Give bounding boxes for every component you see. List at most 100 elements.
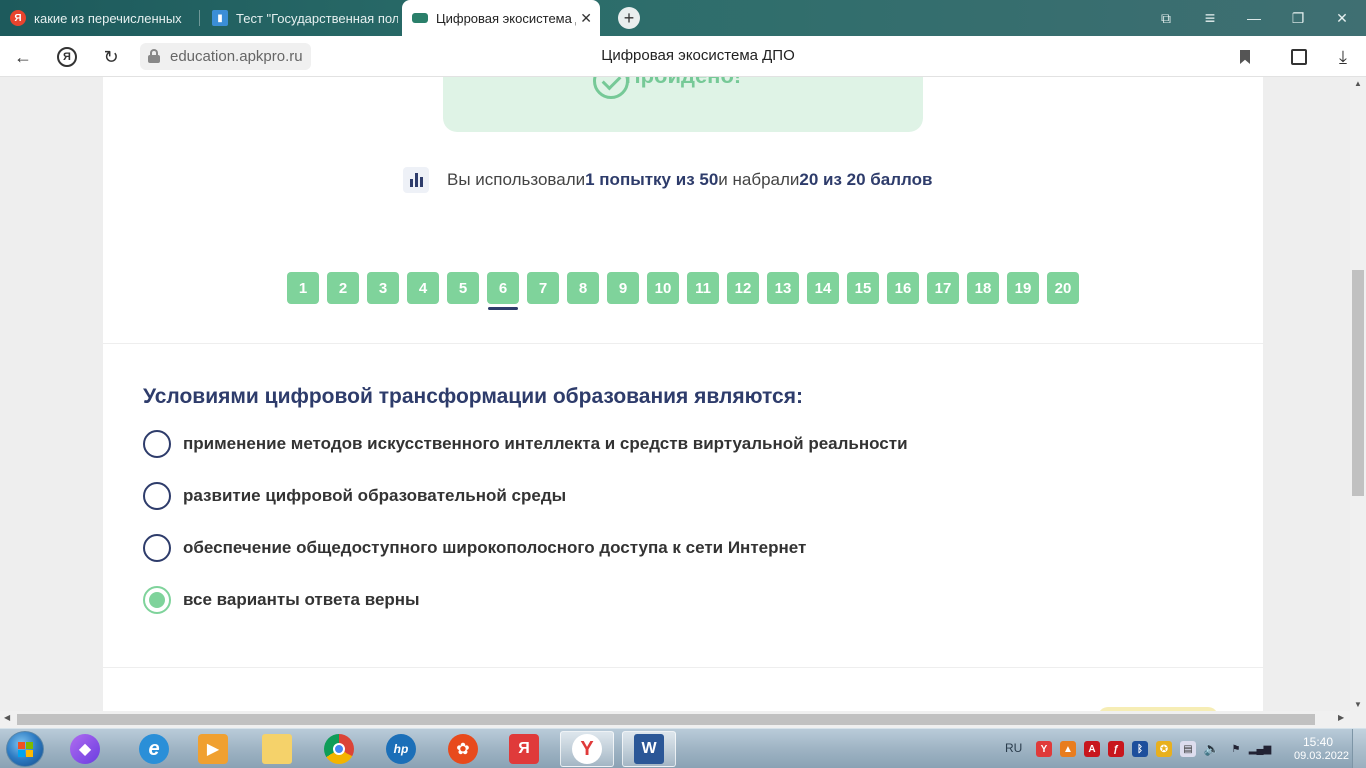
network-icon[interactable]: ▂▄▆ bbox=[1249, 741, 1271, 757]
stats-prefix: Вы использовали bbox=[447, 170, 586, 189]
scroll-down-icon[interactable]: ▼ bbox=[1350, 700, 1366, 709]
flag-icon[interactable]: ⚑ bbox=[1228, 741, 1244, 757]
new-tab-button[interactable]: + bbox=[618, 7, 640, 29]
taskbar-media-center[interactable]: ✿ bbox=[436, 731, 490, 767]
internet-explorer-icon: e bbox=[139, 734, 169, 764]
question-number-button[interactable]: 13 bbox=[767, 272, 799, 304]
question-number-button[interactable]: 20 bbox=[1047, 272, 1079, 304]
menu-icon[interactable]: ≡ bbox=[1188, 0, 1232, 36]
attempt-stats: Вы использовали 1 попытку из 50 и набрал… bbox=[403, 167, 932, 193]
reader-mode-icon[interactable] bbox=[1286, 44, 1312, 70]
page-viewport: Пройдено! Вы использовали 1 попытку из 5… bbox=[0, 77, 1350, 711]
language-indicator[interactable]: RU bbox=[1005, 741, 1022, 755]
question-number-button[interactable]: 12 bbox=[727, 272, 759, 304]
question-number-button[interactable]: 14 bbox=[807, 272, 839, 304]
option-label: обеспечение общедоступного широкополосно… bbox=[183, 538, 807, 557]
horizontal-scroll-thumb[interactable] bbox=[17, 714, 1315, 725]
security-tray-icon[interactable]: ✪ bbox=[1156, 741, 1172, 757]
taskbar-hp[interactable]: hp bbox=[374, 731, 428, 767]
question-number-button[interactable]: 11 bbox=[687, 272, 719, 304]
answer-option[interactable]: применение методов искусственного интелл… bbox=[143, 430, 908, 458]
question-number-button[interactable]: 17 bbox=[927, 272, 959, 304]
flash-tray-icon[interactable]: ƒ bbox=[1108, 741, 1124, 757]
device-tray-icon[interactable]: ▤ bbox=[1180, 741, 1196, 757]
bluetooth-icon[interactable]: ᛒ bbox=[1132, 741, 1148, 757]
clock-date: 09.03.2022 bbox=[1294, 750, 1350, 762]
scroll-right-icon[interactable]: ▶ bbox=[1338, 713, 1344, 722]
show-desktop-button[interactable] bbox=[1352, 729, 1366, 768]
scroll-up-icon[interactable]: ▲ bbox=[1350, 79, 1366, 88]
book-icon: ▮ bbox=[212, 10, 228, 26]
taskbar-yandex[interactable]: Я bbox=[497, 731, 551, 767]
yandex-icon: Я bbox=[10, 10, 26, 26]
word-icon: W bbox=[634, 734, 664, 764]
vertical-scrollbar[interactable]: ▲ ▼ bbox=[1350, 77, 1366, 711]
chrome-icon bbox=[324, 734, 354, 764]
stats-middle: и набрали bbox=[718, 170, 800, 189]
vertical-scroll-thumb[interactable] bbox=[1352, 270, 1364, 496]
taskbar-media[interactable]: ▶ bbox=[186, 731, 240, 767]
question-number-button[interactable]: 1 bbox=[287, 272, 319, 304]
taskbar-yandex-browser[interactable]: Y bbox=[560, 731, 614, 767]
horizontal-scrollbar[interactable]: ◀ ▶ bbox=[0, 711, 1366, 728]
result-card: Пройдено! Вы использовали 1 попытку из 5… bbox=[103, 77, 1263, 343]
answer-option[interactable]: обеспечение общедоступного широкополосно… bbox=[143, 534, 806, 562]
close-tab-icon[interactable]: ✕ bbox=[580, 10, 592, 27]
bar-chart-icon bbox=[403, 167, 429, 193]
tab-digital-ecosystem[interactable]: Цифровая экосистема Д ✕ bbox=[402, 0, 600, 36]
radio-button-selected[interactable] bbox=[143, 586, 171, 614]
question-number-button[interactable]: 3 bbox=[367, 272, 399, 304]
question-number-button[interactable]: 6 bbox=[487, 272, 519, 310]
update-tray-icon[interactable]: ▲ bbox=[1060, 741, 1076, 757]
radio-button[interactable] bbox=[143, 430, 171, 458]
page-title: Цифровая экосистема ДПО bbox=[601, 47, 795, 64]
taskbar-explorer[interactable] bbox=[250, 731, 304, 767]
question-text: Условиями цифровой трансформации образов… bbox=[143, 385, 803, 408]
question-number-button[interactable]: 9 bbox=[607, 272, 639, 304]
scroll-left-icon[interactable]: ◀ bbox=[4, 713, 10, 722]
minimize-button[interactable]: — bbox=[1232, 0, 1276, 36]
windows-logo-icon bbox=[18, 742, 34, 758]
radio-button[interactable] bbox=[143, 482, 171, 510]
yandex-browser-icon: Y bbox=[572, 734, 602, 764]
answer-option[interactable]: развитие цифровой образовательной среды bbox=[143, 482, 566, 510]
question-number-button[interactable]: 19 bbox=[1007, 272, 1039, 304]
option-label: развитие цифровой образовательной среды bbox=[183, 486, 567, 505]
option-label: применение методов искусственного интелл… bbox=[183, 434, 908, 453]
attempts-value: 1 попытку из 50 bbox=[585, 170, 719, 189]
question-number-button[interactable]: 7 bbox=[527, 272, 559, 304]
question-number-button[interactable]: 8 bbox=[567, 272, 599, 304]
tab-test[interactable]: ▮ Тест "Государственная пол bbox=[202, 0, 398, 36]
option-label: все варианты ответа верны bbox=[183, 590, 420, 609]
media-center-icon: ✿ bbox=[448, 734, 478, 764]
taskbar-word[interactable]: W bbox=[622, 731, 676, 767]
tab-search-results[interactable]: Я какие из перечисленных bbox=[0, 0, 196, 36]
question-number-button[interactable]: 4 bbox=[407, 272, 439, 304]
taskbar-ie[interactable]: e bbox=[127, 731, 181, 767]
alice-icon: ◆ bbox=[70, 734, 100, 764]
result-banner: Пройдено! bbox=[443, 77, 923, 132]
bookmark-icon[interactable] bbox=[1232, 44, 1258, 70]
volume-icon[interactable]: 🔈 bbox=[1204, 741, 1220, 757]
question-number-button[interactable]: 10 bbox=[647, 272, 679, 304]
yandex-tray-icon[interactable]: Y bbox=[1036, 741, 1052, 757]
restore-button[interactable]: ❐ bbox=[1276, 0, 1320, 36]
question-number-button[interactable]: 18 bbox=[967, 272, 999, 304]
answer-option[interactable]: все варианты ответа верны bbox=[143, 586, 420, 614]
clock[interactable]: 15:40 09.03.2022 bbox=[1294, 735, 1350, 763]
start-button[interactable] bbox=[6, 731, 44, 767]
download-icon[interactable]: ⤓ bbox=[1330, 44, 1356, 70]
apkpro-icon bbox=[412, 13, 428, 23]
windows-taskbar: ◆ e ▶ hp ✿ Я Y W RU Y ▲ A ƒ ᛒ ✪ ▤ 🔈 ⚑ ▂▄… bbox=[0, 728, 1366, 768]
question-number-button[interactable]: 15 bbox=[847, 272, 879, 304]
question-number-button[interactable]: 5 bbox=[447, 272, 479, 304]
address-bar: ← Я ↻ education.apkpro.ru Цифровая экоси… bbox=[0, 36, 1366, 77]
close-window-button[interactable]: ✕ bbox=[1320, 0, 1364, 36]
collections-icon[interactable]: ⧉ bbox=[1144, 0, 1188, 36]
acrobat-tray-icon[interactable]: A bbox=[1084, 741, 1100, 757]
question-number-button[interactable]: 2 bbox=[327, 272, 359, 304]
radio-button[interactable] bbox=[143, 534, 171, 562]
taskbar-alice[interactable]: ◆ bbox=[58, 731, 112, 767]
question-number-button[interactable]: 16 bbox=[887, 272, 919, 304]
taskbar-chrome[interactable] bbox=[312, 731, 366, 767]
